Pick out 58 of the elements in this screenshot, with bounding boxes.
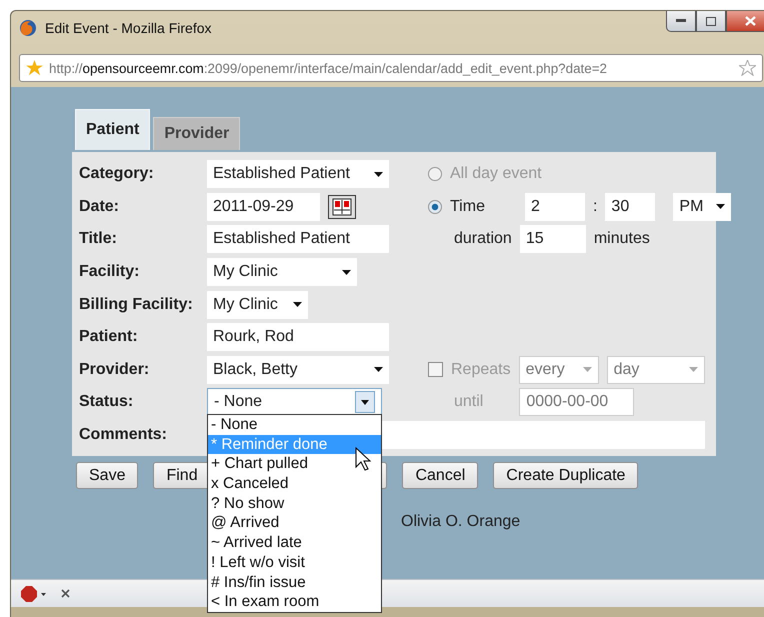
field-label: Billing Facility:	[79, 296, 194, 314]
input-field[interactable]: Rourk, Rod	[207, 323, 389, 352]
radio-label: All day event	[450, 165, 542, 184]
dropdown[interactable]: My Clinic	[207, 290, 308, 319]
stop-sign-icon[interactable]	[21, 586, 47, 602]
input-field[interactable]: 15	[520, 225, 586, 254]
radio-button[interactable]	[428, 200, 442, 214]
input-field[interactable]: Established Patient	[207, 225, 389, 254]
tab[interactable]: Patient	[75, 109, 150, 150]
time-separator: :	[592, 198, 598, 216]
dropdown[interactable]: - None	[207, 388, 382, 416]
maximize-icon	[706, 16, 716, 26]
input-field[interactable]: 2	[524, 192, 585, 221]
input-field[interactable]: 30	[605, 192, 656, 221]
caret-icon	[342, 270, 351, 275]
close-icon	[744, 16, 756, 26]
field-label: Status:	[79, 393, 134, 412]
caret-icon	[582, 367, 592, 372]
dropdown[interactable]: My Clinic	[207, 258, 357, 286]
until-label: until	[454, 393, 484, 412]
unit-label: minutes	[594, 230, 650, 248]
caret-icon	[688, 367, 698, 372]
caret-icon	[293, 302, 302, 308]
minimize-icon	[676, 19, 686, 23]
close-icon[interactable]	[61, 589, 70, 598]
action-button[interactable]: Cancel	[402, 462, 478, 489]
tab[interactable]: Provider	[153, 117, 240, 150]
field-label: Date:	[79, 198, 120, 216]
caret-icon	[374, 367, 383, 372]
caret-icon	[716, 204, 726, 210]
field-label: Category:	[79, 165, 155, 184]
provider-name: Olivia O. Orange	[401, 513, 522, 531]
input-field[interactable]: 0000-00-00	[519, 388, 634, 416]
browser-logo-icon	[19, 19, 37, 37]
action-button[interactable]: Create Duplicate	[493, 462, 638, 489]
radio-label: Time	[450, 198, 485, 216]
field-label: Patient:	[79, 328, 139, 346]
field-label: Comments:	[79, 426, 168, 444]
dropdown[interactable]: Established Patient	[207, 160, 389, 188]
calendar-icon[interactable]	[328, 194, 356, 219]
mouse-cursor-icon	[355, 447, 371, 471]
dropdown[interactable]: PM	[673, 192, 732, 221]
star-icon	[26, 60, 43, 76]
caret-icon	[374, 172, 383, 177]
field-label: Provider:	[79, 360, 150, 379]
star-icon[interactable]	[739, 60, 756, 76]
dropdown[interactable]: Black, Betty	[207, 356, 389, 384]
checkbox-label: Repeats	[451, 360, 511, 379]
input-field[interactable]: 2011-09-29	[207, 192, 320, 221]
duration-label: duration	[454, 230, 512, 248]
action-button[interactable]: Save	[76, 462, 138, 489]
window-title: Edit Event - Mozilla Firefox	[45, 20, 212, 36]
close-button[interactable]	[726, 11, 764, 32]
minimize-button[interactable]	[666, 11, 696, 32]
field-label: Facility:	[79, 263, 140, 282]
address-bar[interactable]: http://opensourceemr.com:2099/openemr/interface/main/calendar/add_edit_event.php?date=2	[19, 54, 763, 82]
field-label: Title:	[79, 230, 118, 248]
maximize-button[interactable]	[696, 11, 726, 32]
